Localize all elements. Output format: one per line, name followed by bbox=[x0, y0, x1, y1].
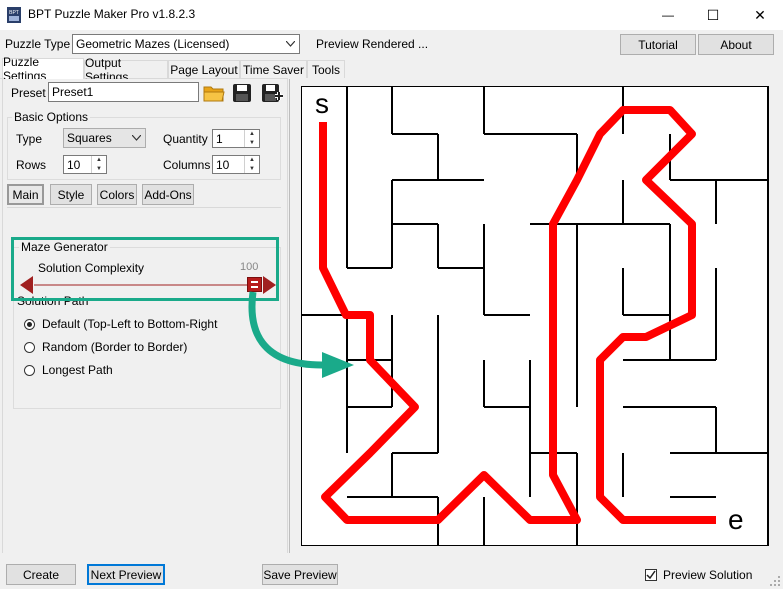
radio-longest-label: Longest Path bbox=[42, 363, 113, 377]
radio-longest[interactable]: Longest Path bbox=[24, 363, 113, 377]
puzzle-type-label: Puzzle Type bbox=[5, 37, 71, 51]
columns-label: Columns bbox=[163, 158, 211, 172]
tab-tools[interactable]: Tools bbox=[307, 60, 345, 78]
quantity-value: 1 bbox=[216, 131, 223, 146]
radio-default-indicator[interactable] bbox=[24, 318, 35, 330]
quantity-label: Quantity bbox=[163, 132, 208, 146]
radio-default[interactable]: Default (Top-Left to Bottom-Right bbox=[24, 317, 217, 331]
subtab-style[interactable]: Style bbox=[50, 184, 92, 205]
maze-start-label: s bbox=[315, 88, 329, 119]
quantity-stepper[interactable]: 1 ▲ ▼ bbox=[212, 129, 260, 148]
preset-label: Preset bbox=[11, 86, 46, 100]
checkmark-icon bbox=[646, 570, 656, 580]
spin-down-icon[interactable]: ▼ bbox=[92, 165, 106, 174]
radio-random-label: Random (Border to Border) bbox=[42, 340, 188, 354]
spin-up-icon[interactable]: ▲ bbox=[245, 156, 259, 165]
rows-value: 10 bbox=[67, 157, 81, 172]
rows-spinner[interactable]: ▲ ▼ bbox=[91, 156, 106, 173]
type-label: Type bbox=[16, 132, 43, 146]
columns-spinner[interactable]: ▲ ▼ bbox=[244, 156, 259, 173]
save-icon[interactable] bbox=[231, 83, 253, 103]
tutorial-button[interactable]: Tutorial bbox=[620, 34, 696, 55]
subtab-add-ons[interactable]: Add-Ons bbox=[142, 184, 194, 205]
quantity-spinner[interactable]: ▲ ▼ bbox=[244, 130, 259, 147]
basic-options-legend: Basic Options bbox=[12, 110, 91, 124]
subtab-divider bbox=[7, 207, 281, 208]
close-button[interactable]: ✕ bbox=[737, 0, 783, 30]
window-title: BPT Puzzle Maker Pro v1.8.2.3 bbox=[28, 7, 196, 21]
chevron-down-icon bbox=[286, 41, 295, 47]
highlight-box bbox=[11, 237, 279, 301]
columns-stepper[interactable]: 10 ▲ ▼ bbox=[212, 155, 260, 174]
svg-text:BPT: BPT bbox=[9, 10, 19, 16]
tab-puzzle-settings[interactable]: Puzzle Settings bbox=[2, 55, 84, 83]
app-logo-icon: BPT bbox=[7, 7, 21, 23]
type-select[interactable]: Squares bbox=[63, 128, 146, 148]
checkbox-indicator[interactable] bbox=[645, 569, 657, 581]
spin-down-icon[interactable]: ▼ bbox=[245, 165, 259, 174]
tab-page-layout[interactable]: Page Layout bbox=[168, 60, 240, 78]
maze-end-label: e bbox=[728, 504, 744, 535]
radio-default-label: Default (Top-Left to Bottom-Right bbox=[42, 317, 218, 331]
annotation-arrow-icon bbox=[248, 291, 354, 378]
preset-input[interactable]: Preset1 bbox=[48, 82, 199, 102]
minimize-button[interactable]: — bbox=[645, 0, 691, 30]
maximize-button[interactable]: ☐ bbox=[690, 0, 736, 30]
puzzle-type-value: Geometric Mazes (Licensed) bbox=[76, 37, 230, 51]
maze-drawing bbox=[300, 85, 769, 547]
radio-random[interactable]: Random (Border to Border) bbox=[24, 340, 187, 354]
chevron-down-icon bbox=[132, 135, 141, 141]
columns-value: 10 bbox=[216, 157, 230, 172]
subtab-colors[interactable]: Colors bbox=[97, 184, 137, 205]
open-folder-icon[interactable] bbox=[203, 83, 225, 103]
next-preview-button[interactable]: Next Preview bbox=[87, 564, 165, 585]
preview-solution-checkbox[interactable]: Preview Solution bbox=[645, 568, 752, 582]
resize-grip-icon[interactable] bbox=[770, 576, 781, 587]
tab-output-settings[interactable]: Output Settings bbox=[84, 56, 168, 84]
subtab-main[interactable]: Main bbox=[7, 184, 44, 205]
spin-up-icon[interactable]: ▲ bbox=[245, 130, 259, 139]
save-preview-button[interactable]: Save Preview bbox=[262, 564, 338, 585]
tab-time-saver[interactable]: Time Saver bbox=[240, 60, 307, 78]
about-button[interactable]: About bbox=[698, 34, 774, 55]
title-bar: BPT BPT Puzzle Maker Pro v1.8.2.3 — ☐ ✕ bbox=[0, 0, 783, 30]
create-button[interactable]: Create bbox=[6, 564, 76, 585]
rows-label: Rows bbox=[16, 158, 47, 172]
spin-up-icon[interactable]: ▲ bbox=[92, 156, 106, 165]
preview-solution-label: Preview Solution bbox=[663, 568, 753, 582]
puzzle-type-select[interactable]: Geometric Mazes (Licensed) bbox=[72, 34, 300, 54]
status-text: Preview Rendered ... bbox=[316, 37, 429, 51]
spin-down-icon[interactable]: ▼ bbox=[245, 139, 259, 148]
maze-canvas: s e bbox=[300, 85, 769, 547]
save-as-icon[interactable] bbox=[260, 83, 284, 103]
type-value: Squares bbox=[67, 131, 112, 145]
rows-stepper[interactable]: 10 ▲ ▼ bbox=[63, 155, 107, 174]
radio-longest-indicator[interactable] bbox=[24, 364, 35, 376]
radio-random-indicator[interactable] bbox=[24, 341, 35, 353]
